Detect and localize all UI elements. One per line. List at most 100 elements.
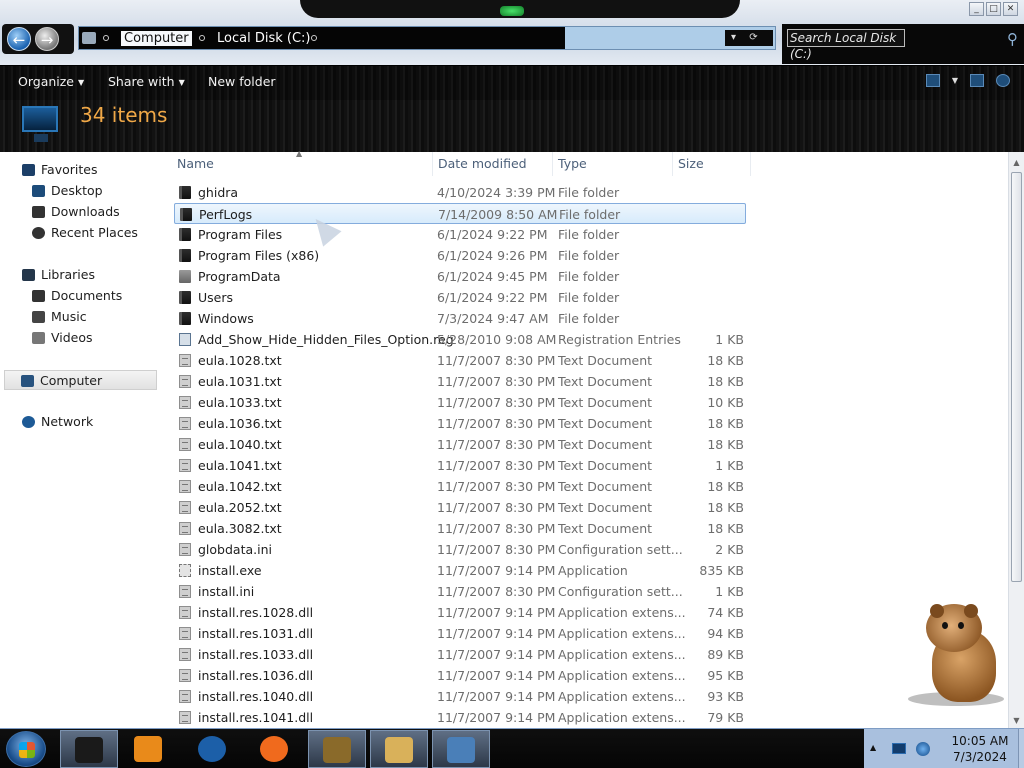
new-folder-button[interactable]: New folder [208,74,276,89]
file-row[interactable]: eula.1040.txt 11/7/2007 8:30 PM Text Docum… [174,434,746,455]
file-name: eula.3082.txt [198,521,282,536]
taskbar-firefox-app[interactable] [246,730,304,768]
view-options-chevron-icon[interactable]: ▼ [952,76,958,85]
file-row[interactable]: eula.1041.txt 11/7/2007 8:30 PM Text Docum… [174,455,746,476]
music-icon [32,311,45,323]
folder-icon [179,186,191,199]
show-desktop-button[interactable] [1018,729,1024,768]
file-row[interactable]: eula.1036.txt 11/7/2007 8:30 PM Text Docum… [174,413,746,434]
file-row[interactable]: Program Files 6/1/2024 9:22 PM File folder [174,224,746,245]
scroll-down-arrow-icon[interactable]: ▼ [1011,716,1022,728]
nav-music[interactable]: Music [32,307,87,327]
help-icon[interactable] [996,74,1010,87]
taskbar-file-manager-app[interactable] [370,730,428,768]
clock[interactable]: 10:05 AM 7/3/2024 [942,733,1018,765]
system-tray: ▲ 10:05 AM 7/3/2024 [864,729,1024,768]
taskbar-explorer-app[interactable] [60,730,118,768]
file-row[interactable]: eula.2052.txt 11/7/2007 8:30 PM Text Docum… [174,497,746,518]
taskbar-hamster-box-app[interactable] [308,730,366,768]
file-type: Configuration sett... [558,584,683,599]
file-row[interactable]: eula.3082.txt 11/7/2007 8:30 PM Text Docum… [174,518,746,539]
column-headers: Name ▲ Date modified Type Size [170,149,1008,176]
refresh-icon[interactable]: ⟳ [749,32,757,43]
column-header-name[interactable]: Name [177,156,214,172]
monitor-stand-icon [34,134,48,142]
action-center-icon[interactable] [892,743,906,754]
file-row[interactable]: ghidra 4/10/2024 3:39 PM File folder [174,182,746,203]
nav-computer[interactable]: Computer [4,370,157,390]
breadcrumb-separator-icon[interactable] [311,35,317,41]
back-button[interactable]: ← [7,27,31,51]
forward-button[interactable]: → [35,27,59,51]
document-file-icon [179,354,191,367]
nav-favorites[interactable]: Favorites [22,160,97,180]
file-row[interactable]: install.res.1033.dll 11/7/2007 9:14 PM App… [174,644,746,665]
minimize-button[interactable]: _ [969,2,984,16]
taskbar-media-player-app[interactable] [120,730,178,768]
file-row[interactable]: Program Files (x86) 6/1/2024 9:26 PM File … [174,245,746,266]
file-row[interactable]: install.res.1041.dll 11/7/2007 9:14 PM App… [174,707,746,728]
organize-button[interactable]: Organize ▼ [18,74,84,89]
column-separator[interactable] [750,152,751,176]
search-icon[interactable]: ⚲ [1007,30,1018,48]
file-row[interactable]: eula.1028.txt 11/7/2007 8:30 PM Text Docum… [174,350,746,371]
change-view-icon[interactable] [925,74,940,87]
address-history-dropdown-icon[interactable]: ▾ [731,32,736,43]
taskbar-network-computer-app[interactable] [432,730,490,768]
breadcrumb-separator-icon[interactable] [103,35,109,41]
file-date-modified: 11/7/2007 9:14 PM [437,689,556,704]
breadcrumb-computer[interactable]: Computer [121,31,192,46]
file-row[interactable]: eula.1042.txt 11/7/2007 8:30 PM Text Docum… [174,476,746,497]
maximize-button[interactable]: □ [986,2,1001,16]
file-type: File folder [559,207,621,222]
nav-recent-places[interactable]: Recent Places [32,223,138,243]
file-manager-app-icon [385,737,413,763]
theme-top-ornament [300,0,740,18]
file-row[interactable]: ProgramData 6/1/2024 9:45 PM File folder [174,266,746,287]
column-separator[interactable] [672,152,673,176]
file-row[interactable]: eula.1031.txt 11/7/2007 8:30 PM Text Docum… [174,371,746,392]
nav-desktop[interactable]: Desktop [32,181,103,201]
file-row[interactable]: install.res.1040.dll 11/7/2007 9:14 PM App… [174,686,746,707]
breadcrumb-local-disk[interactable]: Local Disk (C:) [217,31,310,46]
file-row[interactable]: Users 6/1/2024 9:22 PM File folder [174,287,746,308]
show-hidden-icons-arrow-icon[interactable]: ▲ [870,743,876,752]
taskbar-globe-app[interactable] [184,730,242,768]
preview-pane-icon[interactable] [970,74,984,87]
scrollbar-thumb[interactable] [1011,172,1022,582]
file-row[interactable]: install.exe 11/7/2007 9:14 PM Application 8… [174,560,746,581]
file-row[interactable]: Windows 7/3/2024 9:47 AM File folder [174,308,746,329]
nav-network[interactable]: Network [22,412,93,432]
nav-documents[interactable]: Documents [32,286,122,306]
close-button[interactable]: ✕ [1003,2,1018,16]
address-bar[interactable]: Computer Local Disk (C:) ▾ ⟳ [78,26,776,50]
column-header-date[interactable]: Date modified [438,156,527,172]
network-status-icon[interactable] [916,742,930,756]
file-row[interactable]: install.res.1028.dll 11/7/2007 9:14 PM App… [174,602,746,623]
file-name: ghidra [198,185,239,200]
file-row[interactable]: globdata.ini 11/7/2007 8:30 PM Configurati… [174,539,746,560]
scroll-up-arrow-icon[interactable]: ▲ [1011,158,1022,170]
share-with-button[interactable]: Share with ▼ [108,74,185,89]
file-row[interactable]: install.ini 11/7/2007 8:30 PM Configuratio… [174,581,746,602]
mascot-eye [942,622,948,629]
file-row[interactable]: PerfLogs 7/14/2009 8:50 AM File folder [174,203,746,224]
file-row[interactable]: eula.1033.txt 11/7/2007 8:30 PM Text Docum… [174,392,746,413]
column-separator[interactable] [432,152,433,176]
file-row[interactable]: install.res.1031.dll 11/7/2007 9:14 PM App… [174,623,746,644]
nav-downloads[interactable]: Downloads [32,202,120,222]
start-button[interactable] [6,731,46,767]
file-row[interactable]: install.res.1036.dll 11/7/2007 9:14 PM App… [174,665,746,686]
vertical-scrollbar[interactable]: ▲ ▼ [1008,152,1024,730]
column-separator[interactable] [552,152,553,176]
nav-videos[interactable]: Videos [32,328,93,348]
breadcrumb-separator-icon[interactable] [199,35,205,41]
file-date-modified: 11/7/2007 9:14 PM [437,647,556,662]
nav-libraries[interactable]: Libraries [22,265,95,285]
search-input[interactable]: Search Local Disk (C:) [787,29,905,61]
file-row[interactable]: Add_Show_Hide_Hidden_Files_Option.reg 5/2… [174,329,746,350]
column-header-size[interactable]: Size [678,156,704,172]
file-name: install.res.1040.dll [198,689,314,704]
column-header-type[interactable]: Type [558,156,587,172]
document-file-icon [179,417,191,430]
